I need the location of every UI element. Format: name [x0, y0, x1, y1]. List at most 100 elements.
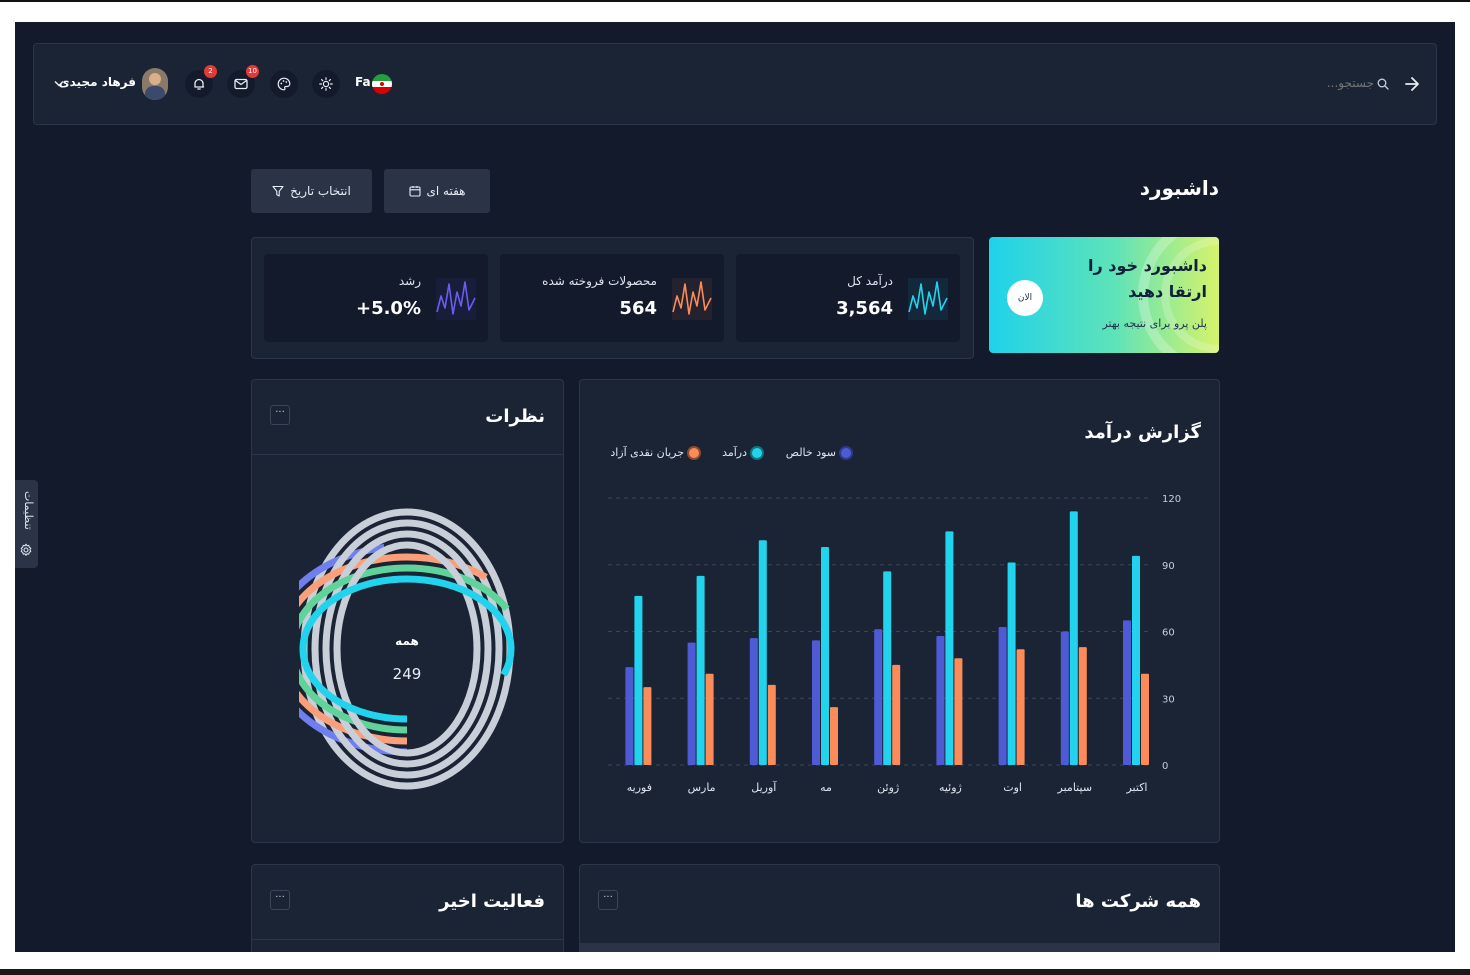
revenue-report-card: گزارش درآمد سود خالص درآمد جریان نقدی آز… [579, 379, 1220, 843]
upgrade-now-button[interactable]: الان [1007, 280, 1043, 316]
iran-flag-icon[interactable] [372, 74, 392, 94]
legend-net-profit[interactable]: سود خالص [786, 446, 851, 459]
activity-divider [252, 939, 563, 940]
bar [1141, 673, 1149, 765]
stat-label: درآمد کل [847, 274, 893, 288]
stat-card-products-sold[interactable]: محصولات فروخته شده 564 [500, 254, 724, 342]
language-label[interactable]: Fa [355, 75, 371, 89]
stat-value: +5.0% [355, 298, 421, 319]
legend-dot [752, 447, 762, 458]
bar [1132, 555, 1140, 765]
bar [812, 640, 820, 765]
flag-emblem [380, 82, 384, 86]
activity-title: فعالیت اخیر [439, 891, 545, 912]
upgrade-title: داشبورد خود را ارتقا دهید [1087, 256, 1207, 302]
avatar[interactable] [142, 68, 168, 100]
stat-card-total-revenue[interactable]: درآمد کل 3,564 [736, 254, 960, 342]
bar [1007, 562, 1016, 765]
bar [767, 684, 776, 765]
avatar-head [149, 73, 161, 85]
reviews-more-button[interactable]: ··· [270, 405, 290, 425]
bar [634, 595, 643, 765]
sun-icon [319, 77, 333, 91]
bar [1123, 620, 1131, 765]
notifications-button[interactable]: 2 [185, 65, 217, 98]
settings-side-tab[interactable]: تنظیمات [15, 480, 38, 568]
sparkline-icon [436, 278, 476, 320]
x-tick-label: ژوئن [877, 781, 899, 794]
bar [1016, 649, 1025, 765]
legend-revenue[interactable]: درآمد [722, 446, 762, 459]
bar [749, 638, 758, 765]
screen-bottom-edge [0, 969, 1470, 975]
stats-container: درآمد کل 3,564 محصولات فروخته شده 564 رش… [251, 237, 974, 359]
x-tick-label: اوت [1003, 781, 1022, 794]
legend-dot [841, 447, 851, 458]
activity-card: فعالیت اخیر ··· [251, 864, 564, 952]
screen-top-edge [0, 0, 1470, 2]
bar [874, 629, 883, 765]
mail-icon [234, 78, 248, 90]
y-tick-label: 30 [1162, 694, 1175, 705]
bar [998, 627, 1007, 765]
x-tick-label: آوریل [751, 780, 777, 794]
date-filter-button[interactable]: انتخاب تاریخ [251, 169, 372, 213]
bar [830, 707, 838, 765]
bar [1078, 647, 1087, 765]
legend-free-cash-flow[interactable]: جریان نقدی آزاد [610, 446, 699, 459]
bar [1060, 631, 1069, 765]
sparkline-icon [672, 278, 712, 320]
reviews-card: نظرات ··· همه 249 [251, 379, 564, 843]
x-tick-label: اکتبر [1125, 781, 1147, 794]
y-tick-label: 120 [1162, 494, 1181, 505]
date-filter-label: انتخاب تاریخ [290, 184, 351, 198]
upgrade-card: داشبورد خود را ارتقا دهید پلن پرو برای ن… [989, 237, 1219, 353]
legend-dot [689, 447, 699, 458]
ring-progress [299, 564, 515, 734]
stat-value: 3,564 [836, 298, 893, 319]
bell-icon [194, 78, 205, 90]
reviews-divider [252, 454, 563, 455]
stat-label: رشد [398, 274, 421, 288]
companies-more-button[interactable]: ··· [598, 890, 618, 910]
user-name[interactable]: فرهاد مجیدی [59, 75, 136, 89]
theme-palette-button[interactable] [270, 70, 298, 98]
stat-card-growth[interactable]: رشد +5.0% [264, 254, 488, 342]
page-title: داشبورد [1139, 176, 1219, 200]
brightness-button[interactable] [312, 70, 340, 98]
calendar-icon [408, 186, 421, 197]
reviews-title: نظرات [485, 406, 545, 427]
x-tick-label: سپتامبر [1057, 781, 1093, 794]
legend-label: درآمد [722, 446, 747, 459]
back-arrow-icon[interactable] [1404, 76, 1420, 92]
messages-badge: 10 [246, 65, 259, 78]
legend-label: سود خالص [785, 446, 836, 459]
palette-icon [277, 77, 291, 91]
bar [883, 571, 892, 765]
notifications-badge: 2 [204, 65, 217, 78]
companies-title: همه شرکت ها [1075, 891, 1201, 912]
gear-icon [20, 543, 32, 556]
bar [696, 575, 705, 765]
top-bar: فرهاد مجیدی 2 10 [33, 43, 1437, 125]
x-tick-label: فوریه [627, 781, 652, 794]
search-input[interactable] [1244, 72, 1374, 94]
sparkline-icon [908, 278, 948, 320]
upgrade-now-label: الان [1017, 293, 1033, 303]
messages-button[interactable]: 10 [227, 65, 259, 98]
filter-icon [272, 185, 284, 197]
x-tick-label: مه [820, 781, 832, 794]
stat-value: 564 [619, 298, 657, 319]
y-tick-label: 0 [1162, 761, 1168, 772]
activity-more-button[interactable]: ··· [270, 890, 290, 910]
ring-center-label: همه [395, 634, 419, 648]
bar [687, 642, 696, 765]
bar [821, 546, 829, 765]
y-tick-label: 60 [1162, 628, 1175, 639]
bar [625, 667, 634, 765]
bar [705, 673, 714, 765]
search-icon [1377, 78, 1389, 90]
weekly-button-label: هفته ای [426, 184, 466, 198]
flag-stripe-white [372, 81, 392, 87]
weekly-button[interactable]: هفته ای [384, 169, 490, 213]
